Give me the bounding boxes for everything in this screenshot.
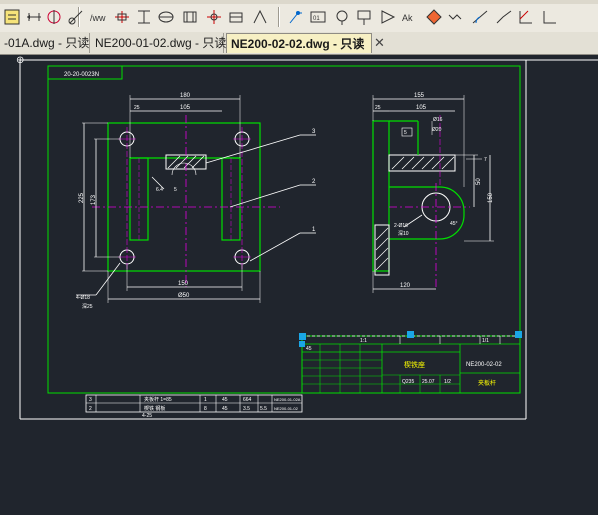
break-icon[interactable] [494, 7, 514, 27]
title-total: 1/2 [444, 379, 451, 385]
side-top-note2: Ø16 [433, 117, 443, 123]
side-top-note3: Ø20 [432, 127, 442, 133]
bom-row-w1: 3.5 [243, 406, 250, 412]
bom-row-name: 楔铁 钢板 [144, 405, 165, 412]
front-top-sub-dim: 25 [134, 105, 140, 111]
front-bottom-dim-outer: Ø50 [178, 293, 190, 299]
callout-1: 1 [312, 227, 316, 233]
bom-row-mat: 45 [222, 397, 228, 403]
side-right-dim-2: 150 [488, 192, 494, 203]
callout-3: 3 [312, 129, 316, 135]
svg-text:01: 01 [313, 16, 320, 22]
tab-01a-dwg[interactable]: -01A.dwg - 只读 [0, 33, 90, 53]
side-top-dim: 155 [414, 93, 425, 99]
title-drawing-no: NE200-02-02 [466, 362, 502, 368]
svg-text:Ak: Ak [402, 13, 413, 23]
center-icon[interactable] [470, 7, 490, 27]
bom-row-qty: 8 [204, 406, 207, 412]
side-hole-note2: 深10 [398, 230, 409, 237]
bom-row-std: NE200-01-02A [274, 397, 301, 402]
front-bottom-dim-inner: 150 [178, 281, 189, 287]
bom-row-name: 夹板杆 1=85 [144, 396, 172, 403]
side-top-sub-dim: 25 [375, 105, 381, 111]
title-scale: 1:1 [360, 338, 367, 344]
front-hole-note: 4-Ø18 [76, 295, 90, 301]
grip-handle[interactable] [299, 333, 306, 340]
linear-dim-icon[interactable]: /ww [88, 7, 108, 27]
toolbar-top-strip [0, 0, 598, 4]
front-hole-note2: 深25 [82, 303, 93, 310]
bom-row-w2: 5.5 [260, 406, 267, 412]
ordinate-icon[interactable] [180, 7, 200, 27]
arrow-icon[interactable] [250, 7, 270, 27]
dim-center-icon[interactable] [44, 7, 64, 27]
weld-icon[interactable] [332, 7, 352, 27]
origin-marker: ⊕ [16, 55, 24, 66]
title-block: 1:1 1/1 NE200-02-02 楔铁座 夹板杆 Q235 25.07 1… [299, 331, 522, 394]
front-left-dim-inner: 173 [91, 194, 97, 205]
surface-icon[interactable] [378, 7, 398, 27]
bom-row-qty: 1 [204, 397, 207, 403]
front-mid-dim: 105 [180, 105, 191, 111]
grip-handle[interactable] [515, 331, 522, 338]
layer-icon[interactable] [2, 7, 22, 27]
title-part-name: 楔铁座 [404, 360, 425, 369]
bom-row-std: NE200-01-02 [274, 406, 299, 411]
drawing-toolbar: /ww 01 Ak [0, 0, 598, 33]
toolbar-separator [278, 7, 280, 27]
front-center-note: 6.4 [156, 187, 163, 193]
slope-icon[interactable] [516, 7, 536, 27]
side-bottom-dim: 120 [400, 283, 411, 289]
symmetry-icon[interactable] [112, 7, 132, 27]
baseline-icon[interactable] [134, 7, 154, 27]
grip-handle[interactable] [299, 341, 305, 347]
bom-row-w1: 664 [243, 397, 252, 403]
side-right-dim-1: 50 [476, 178, 482, 185]
front-left-dim-outer: 225 [79, 192, 85, 203]
crosshair-icon[interactable] [204, 7, 224, 27]
leader-icon[interactable] [286, 7, 306, 27]
drawing-canvas[interactable]: ⊕ 20-20-0023N 180 25 105 225 173 150 Ø50… [0, 55, 598, 515]
bom-sub-note: 4-25 [142, 413, 152, 419]
cad-drawing[interactable]: ⊕ 20-20-0023N 180 25 105 225 173 150 Ø50… [0, 55, 598, 515]
bom-row-no: 3 [89, 397, 92, 403]
table-icon[interactable] [226, 7, 246, 27]
document-tab-bar: -01A.dwg - 只读 NE200-01-02.dwg - 只读 NE200… [0, 32, 598, 55]
svg-text:/ww: /ww [90, 13, 106, 23]
chamfer-icon[interactable] [446, 7, 466, 27]
radius-icon[interactable] [66, 7, 86, 27]
tab-ne200-02-02[interactable]: NE200-02-02.dwg - 只读 [226, 33, 372, 53]
align-icon[interactable] [156, 7, 176, 27]
front-view: 180 25 105 225 173 150 Ø50 3 2 1 4-Ø18 深… [76, 93, 316, 310]
sheet-border: ⊕ [16, 55, 598, 420]
side-angle-note: 45° [450, 221, 458, 227]
axis-icon[interactable] [540, 7, 560, 27]
bom-row-mat: 45 [222, 406, 228, 412]
bom-table: 3 夹板杆 1=85 1 45 664 NE200-01-02A 2 楔铁 钢板… [85, 394, 303, 419]
front-center-note2: 5 [174, 187, 177, 193]
balloon-icon[interactable]: 01 [308, 7, 328, 27]
side-view: 155 25 105 50 150 7 120 2-Ø16 深10 45° Ø1… [372, 93, 494, 293]
bom-row-no: 2 [89, 406, 92, 412]
front-top-dim: 180 [180, 93, 191, 99]
grip-handle[interactable] [407, 331, 414, 338]
tolerance-icon[interactable] [354, 7, 374, 27]
side-mid-dim: 105 [416, 105, 427, 111]
datum-icon[interactable]: Ak [400, 7, 420, 27]
frame-code: 20-20-0023N [64, 72, 99, 78]
side-right-dim-3: 7 [484, 157, 487, 163]
tab-ne200-01-02[interactable]: NE200-01-02.dwg - 只读 [91, 33, 226, 53]
title-sheet: 1/1 [482, 338, 489, 344]
title-material: Q235 [402, 379, 414, 385]
callout-2: 2 [312, 179, 316, 185]
angle-icon[interactable] [424, 7, 444, 27]
close-tab-icon[interactable]: ✕ [374, 34, 385, 52]
title-qty: 45 [306, 346, 312, 352]
side-hole-note: 2-Ø16 [394, 223, 408, 229]
side-top-note: 5 [404, 130, 407, 136]
title-weight: 25.07 [422, 379, 435, 385]
dim-left-icon[interactable] [24, 7, 44, 27]
title-part-name2: 夹板杆 [478, 379, 496, 387]
